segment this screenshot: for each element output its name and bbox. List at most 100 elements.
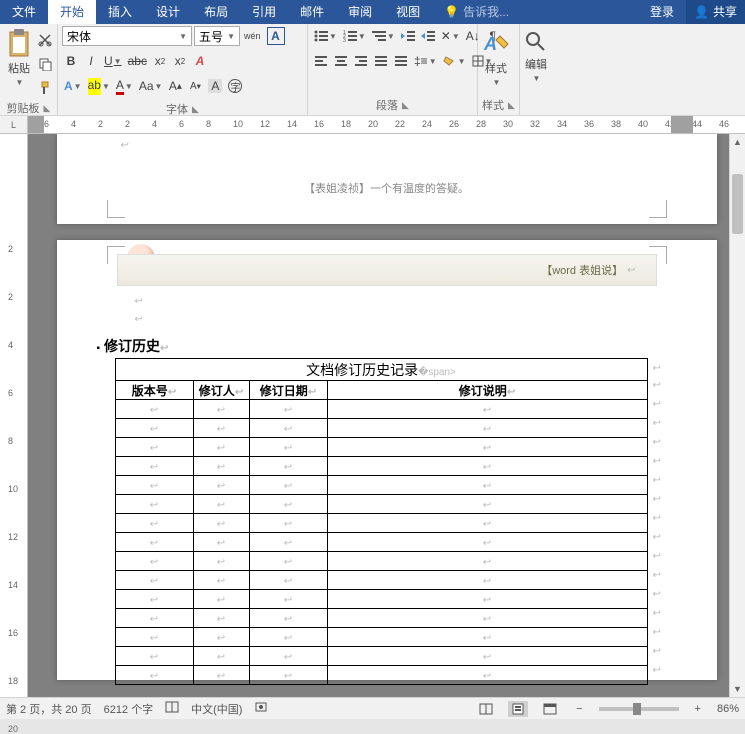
view-web-button[interactable]	[540, 701, 560, 717]
table-cell[interactable]: ↩	[193, 476, 249, 495]
tab-layout[interactable]: 布局	[192, 0, 240, 24]
paragraph-launcher[interactable]: ◣	[402, 100, 409, 111]
table-cell[interactable]: ↩	[327, 666, 647, 685]
styles-button[interactable]: A 样式 ▼	[482, 26, 510, 87]
grow-font-button[interactable]: A▴	[166, 76, 184, 96]
table-cell[interactable]: ↩	[115, 400, 193, 419]
table-cell[interactable]: ↩	[115, 438, 193, 457]
table-cell[interactable]: ↩	[193, 552, 249, 571]
table-cell[interactable]: ↩	[249, 571, 327, 590]
cut-button[interactable]	[36, 30, 54, 50]
highlight-button[interactable]: ab▼	[86, 76, 112, 96]
table-cell[interactable]: ↩	[193, 647, 249, 666]
table-cell[interactable]: ↩	[115, 514, 193, 533]
table-cell[interactable]: ↩	[249, 533, 327, 552]
table-cell[interactable]: ↩	[115, 457, 193, 476]
copy-button[interactable]	[36, 54, 54, 74]
status-language[interactable]: 中文(中国)	[191, 701, 242, 717]
font-name-select[interactable]: 宋体▼	[62, 26, 192, 46]
view-print-button[interactable]	[508, 701, 528, 717]
phonetic-guide-button[interactable]: wén	[242, 26, 263, 46]
character-shading-button[interactable]: A	[206, 76, 224, 96]
table-cell[interactable]: ↩	[249, 628, 327, 647]
table-cell[interactable]: ↩	[327, 609, 647, 628]
table-cell[interactable]: ↩	[115, 666, 193, 685]
status-word-count[interactable]: 6212 个字	[104, 701, 154, 717]
view-read-button[interactable]	[476, 701, 496, 717]
table-cell[interactable]: ↩	[193, 628, 249, 647]
table-cell[interactable]: ↩	[115, 628, 193, 647]
enclose-characters-button[interactable]: 字	[226, 76, 244, 96]
table-cell[interactable]: ↩	[327, 571, 647, 590]
paste-button[interactable]: 粘贴 ▼	[4, 26, 34, 89]
table-cell[interactable]: ↩	[249, 609, 327, 628]
decrease-indent-button[interactable]	[399, 26, 417, 46]
table-cell[interactable]: ↩	[327, 457, 647, 476]
table-cell[interactable]: ↩	[327, 438, 647, 457]
tab-insert[interactable]: 插入	[96, 0, 144, 24]
align-justify-button[interactable]	[372, 51, 390, 71]
status-page[interactable]: 第 2 页，共 20 页	[6, 701, 92, 717]
table-cell[interactable]: ↩	[193, 495, 249, 514]
table-cell[interactable]: ↩	[249, 400, 327, 419]
scroll-up-button[interactable]: ▲	[730, 134, 745, 150]
table-cell[interactable]: ↩	[193, 514, 249, 533]
table-cell[interactable]: ↩	[249, 438, 327, 457]
editing-button[interactable]: 编辑 ▼	[524, 26, 548, 83]
zoom-level[interactable]: 86%	[717, 703, 739, 715]
tab-review[interactable]: 审阅	[336, 0, 384, 24]
table-cell[interactable]: ↩	[327, 590, 647, 609]
tell-me[interactable]: 💡 告诉我...	[432, 0, 521, 24]
table-cell[interactable]: ↩	[249, 457, 327, 476]
ruler-corner[interactable]: L	[0, 116, 28, 133]
table-cell[interactable]: ↩	[115, 552, 193, 571]
change-case-button[interactable]: Aa▼	[137, 76, 165, 96]
numbering-button[interactable]: 123▼	[341, 26, 368, 46]
table-cell[interactable]: ↩	[193, 400, 249, 419]
line-spacing-button[interactable]: ‡≡▼	[412, 51, 439, 71]
horizontal-ruler[interactable]: 6422468101214161820222426283032343638404…	[28, 116, 745, 133]
table-cell[interactable]: ↩	[193, 590, 249, 609]
table-cell[interactable]: ↩	[193, 533, 249, 552]
multilevel-list-button[interactable]: ▼	[370, 26, 397, 46]
status-proofing[interactable]	[165, 700, 179, 717]
table-cell[interactable]: ↩	[327, 495, 647, 514]
table-cell[interactable]: ↩	[115, 419, 193, 438]
table-cell[interactable]: ↩	[327, 400, 647, 419]
table-cell[interactable]: ↩	[193, 666, 249, 685]
table-cell[interactable]: ↩	[193, 609, 249, 628]
table-cell[interactable]: ↩	[327, 647, 647, 666]
tab-references[interactable]: 引用	[240, 0, 288, 24]
strikethrough-button[interactable]: abc	[126, 51, 149, 71]
table-cell[interactable]: ↩	[249, 552, 327, 571]
table-cell[interactable]: ↩	[249, 647, 327, 666]
character-border-button[interactable]: A	[265, 26, 287, 46]
table-cell[interactable]: ↩	[115, 533, 193, 552]
zoom-slider[interactable]	[599, 707, 679, 711]
shrink-font-button[interactable]: A▾	[186, 76, 204, 96]
tab-mailings[interactable]: 邮件	[288, 0, 336, 24]
zoom-knob[interactable]	[633, 703, 641, 715]
tab-file[interactable]: 文件	[0, 0, 48, 24]
font-color-button[interactable]: A▼	[114, 76, 135, 96]
table-cell[interactable]: ↩	[115, 609, 193, 628]
table-cell[interactable]: ↩	[249, 514, 327, 533]
tab-home[interactable]: 开始	[48, 0, 96, 24]
table-cell[interactable]: ↩	[327, 514, 647, 533]
table-cell[interactable]: ↩	[193, 438, 249, 457]
bullets-button[interactable]: ▼	[312, 26, 339, 46]
table-cell[interactable]: ↩	[115, 590, 193, 609]
zoom-out-button[interactable]: −	[572, 703, 586, 715]
table-cell[interactable]: ↩	[115, 647, 193, 666]
table-cell[interactable]: ↩	[327, 628, 647, 647]
status-macro[interactable]	[254, 700, 268, 717]
table-cell[interactable]: ↩	[115, 571, 193, 590]
table-cell[interactable]: ↩	[249, 590, 327, 609]
increase-indent-button[interactable]	[419, 26, 437, 46]
table-cell[interactable]: ↩	[193, 419, 249, 438]
table-cell[interactable]: ↩	[115, 495, 193, 514]
asian-layout-button[interactable]: ✕▼	[439, 26, 462, 46]
share-button[interactable]: 👤 共享	[686, 0, 745, 24]
underline-button[interactable]: U▼	[102, 51, 124, 71]
document-area[interactable]: ↩ 【表姐凌祯】一个有温度的答疑。 【word 表姐说】↩ ↩ ↩ 修订历史↩ …	[28, 134, 745, 697]
